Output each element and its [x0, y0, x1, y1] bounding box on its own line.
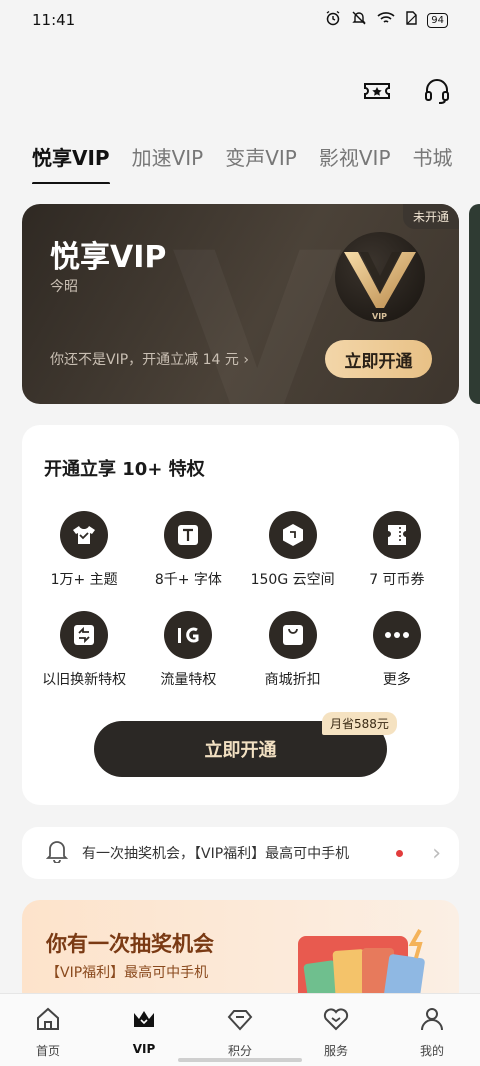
- open-vip-card-button[interactable]: 立即开通: [325, 340, 432, 378]
- data-1g-icon: [164, 611, 213, 659]
- status-icons: 94: [325, 10, 448, 30]
- vip-card-username: 今昭: [50, 279, 78, 295]
- font-icon: [164, 511, 213, 559]
- nav-label: 积分: [227, 1044, 252, 1058]
- bell-icon: [45, 839, 69, 867]
- notice-text: 有一次抽奖机会，【VIP福利】最高可中手机: [82, 846, 350, 862]
- trade-in-icon: [60, 611, 109, 659]
- nav-label: 首页: [35, 1044, 60, 1058]
- cloud-box-icon: [268, 511, 317, 559]
- bottom-navigation: 首页 VIP 积分 服务 我的: [0, 993, 480, 1066]
- wifi-icon: [377, 11, 395, 29]
- privilege-label: 商城折扣: [264, 672, 321, 688]
- privilege-data[interactable]: 流量特权: [136, 611, 240, 689]
- privilege-label: 流量特权: [160, 672, 217, 688]
- lottery-title: 你有一次抽奖机会: [46, 932, 214, 956]
- nav-vip[interactable]: VIP: [114, 1006, 174, 1066]
- lottery-subtitle: 【VIP福利】最高可中手机: [46, 965, 209, 981]
- shopping-bag-icon: [268, 611, 317, 659]
- header-actions: [362, 76, 452, 106]
- privilege-label: 更多: [382, 672, 411, 688]
- privilege-coin-coupon[interactable]: 7 可币券: [345, 511, 449, 589]
- nav-label: 我的: [419, 1044, 444, 1058]
- chevron-right-icon: ›: [432, 840, 441, 866]
- vip-promo-link[interactable]: 你还不是VIP，开通立减 14 元 ›: [50, 349, 249, 369]
- next-vip-card-peek[interactable]: [469, 204, 480, 404]
- monthly-saving-badge: 月省588元: [322, 712, 397, 735]
- status-badge: 未开通: [402, 204, 459, 229]
- tab-video-vip[interactable]: 影视VIP: [319, 138, 391, 184]
- tshirt-icon: [60, 511, 109, 559]
- coupon-icon: [372, 511, 421, 559]
- diamond-icon: [227, 1006, 253, 1036]
- nav-label: 服务: [323, 1044, 348, 1058]
- privilege-fonts[interactable]: 8千+ 字体: [136, 511, 240, 589]
- privilege-label: 以旧换新特权: [42, 672, 127, 688]
- privilege-themes[interactable]: 1万+ 主题: [32, 511, 136, 589]
- privilege-mall-discount[interactable]: 商城折扣: [241, 611, 345, 689]
- vip-logo-icon: [335, 232, 425, 322]
- status-time: 11:41: [32, 11, 76, 29]
- battery-indicator: 94: [427, 12, 448, 28]
- nav-label: VIP: [132, 1042, 156, 1056]
- status-bar: 11:41 94: [0, 0, 480, 40]
- notice-bar[interactable]: 有一次抽奖机会，【VIP福利】最高可中手机 ›: [22, 827, 459, 879]
- person-icon: [419, 1006, 445, 1036]
- alarm-icon: [325, 10, 341, 30]
- heart-service-icon: [323, 1006, 349, 1036]
- crown-icon: [131, 1006, 157, 1036]
- nav-points[interactable]: 积分: [210, 1006, 270, 1066]
- vip-tabs: 悦享VIP 加速VIP 变声VIP 影视VIP 书城: [32, 138, 480, 184]
- privileges-grid: 1万+ 主题 8千+ 字体 150G 云空间 7 可币券 以旧换新特权 流量特权…: [32, 511, 449, 689]
- tab-bookstore[interactable]: 书城: [413, 138, 453, 184]
- vip-logo-label: VIP: [372, 312, 388, 321]
- mute-icon: [351, 10, 367, 30]
- vip-card-title: 悦享VIP: [50, 240, 167, 275]
- nav-mine[interactable]: 我的: [402, 1006, 462, 1066]
- privilege-label: 7 可币券: [369, 572, 425, 588]
- nav-service[interactable]: 服务: [306, 1006, 366, 1066]
- privilege-more[interactable]: 更多: [345, 611, 449, 689]
- privilege-cloud-space[interactable]: 150G 云空间: [241, 511, 345, 589]
- tab-yuexiang-vip[interactable]: 悦享VIP: [32, 138, 110, 184]
- unread-dot: [396, 849, 403, 857]
- home-icon: [35, 1006, 61, 1036]
- vip-membership-card[interactable]: V 未开通 悦享VIP 今昭 VIP 你还不是VIP，开通立减 14 元 › 立…: [22, 204, 459, 404]
- sim-icon: [405, 11, 417, 29]
- more-icon: [372, 611, 421, 659]
- headset-icon[interactable]: [422, 76, 452, 106]
- home-indicator[interactable]: [178, 1058, 302, 1062]
- ticket-star-icon[interactable]: [362, 76, 392, 106]
- privileges-title: 开通立享 10+ 特权: [44, 459, 205, 480]
- privilege-label: 1万+ 主题: [50, 572, 118, 588]
- card-watermark: V: [172, 224, 342, 404]
- privileges-section: 开通立享 10+ 特权 1万+ 主题 8千+ 字体 150G 云空间 7 可币券: [22, 425, 459, 805]
- privilege-trade-in[interactable]: 以旧换新特权: [32, 611, 136, 689]
- tab-accelerate-vip[interactable]: 加速VIP: [132, 138, 204, 184]
- tab-voice-change-vip[interactable]: 变声VIP: [225, 138, 297, 184]
- privilege-label: 8千+ 字体: [154, 572, 222, 588]
- vip-promo-text: 你还不是VIP，开通立减 14 元: [50, 352, 239, 368]
- chevron-right-icon: ›: [243, 352, 249, 368]
- nav-home[interactable]: 首页: [18, 1006, 78, 1066]
- privilege-label: 150G 云空间: [250, 572, 335, 588]
